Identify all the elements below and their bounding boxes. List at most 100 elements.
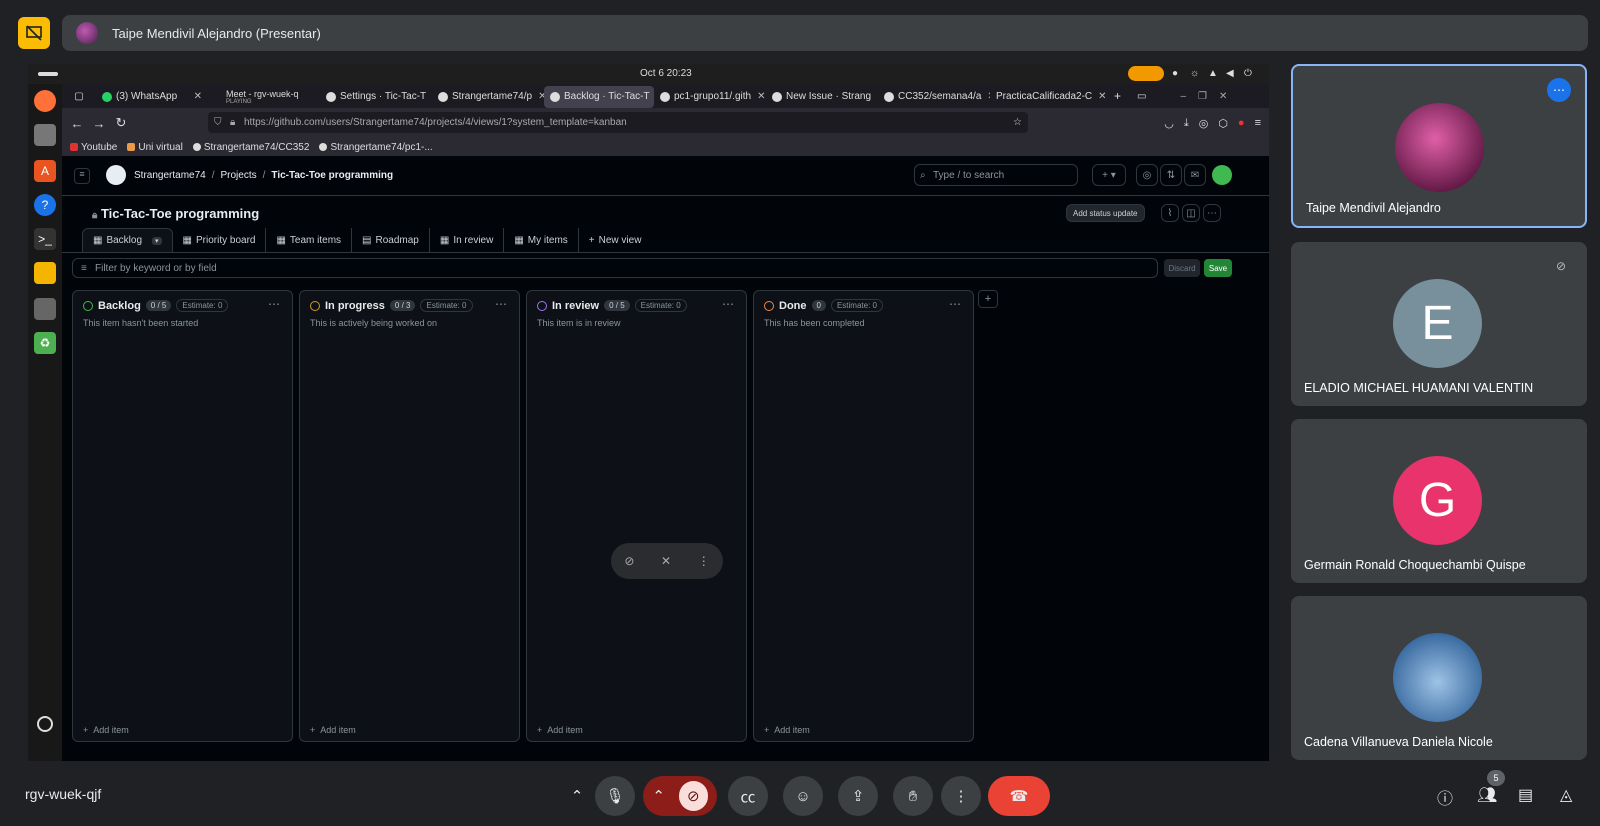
close-icon[interactable]: ✕ (1098, 91, 1106, 102)
unpin-icon[interactable]: ⊘ (624, 554, 634, 568)
activities-indicator[interactable] (38, 72, 58, 76)
bookmark-pc1[interactable]: Strangertame74/pc1-... (319, 142, 433, 153)
insights-icon[interactable]: ⌇ (1161, 204, 1179, 222)
activities-icon[interactable]: ◬ (1560, 785, 1572, 805)
participant-tile[interactable]: Cadena Villanueva Daniela Nicole (1291, 596, 1587, 760)
raise-hand-button[interactable]: ✋︎ (893, 776, 933, 816)
reactions-button[interactable]: ☺ (783, 776, 823, 816)
menu-icon[interactable]: ≡ (1255, 117, 1261, 130)
people-icon[interactable]: 👥︎ (1477, 785, 1497, 805)
breadcrumb-project[interactable]: Tic-Tac-Toe programming (271, 170, 393, 181)
bookmark-uni-virtual[interactable]: Uni virtual (127, 142, 183, 153)
layout-icon[interactable]: ◫ (1182, 204, 1200, 222)
mute-tile-icon[interactable]: ✕ (661, 554, 671, 568)
tab-team-items[interactable]: ▦ Team items (266, 228, 353, 252)
user-avatar[interactable] (1212, 165, 1232, 185)
tab-cc352[interactable]: CC352/semana4/a✕ (878, 86, 990, 108)
tab-list-icon[interactable]: ▢ (62, 91, 96, 102)
search-input[interactable]: ⌕ Type / to search (914, 164, 1078, 186)
pocket-icon[interactable]: ◡ (1164, 117, 1174, 130)
create-new-button[interactable]: + ▾ (1092, 164, 1126, 186)
tab-strangertame[interactable]: Strangertame74/p ✕ (432, 86, 544, 108)
text-editor-icon[interactable] (34, 262, 56, 284)
save-button[interactable]: Save (1204, 259, 1232, 277)
account-icon[interactable]: ◎ (1199, 117, 1209, 130)
trash-icon[interactable]: ♻ (34, 332, 56, 354)
tab-new-view[interactable]: + New view (579, 228, 652, 252)
leave-call-button[interactable]: ☎ (988, 776, 1050, 816)
microphone-button[interactable]: 🎙︎ (595, 776, 635, 816)
add-item-button[interactable]: + Add item (83, 725, 129, 735)
download-icon[interactable]: ⤓ (1184, 117, 1189, 130)
tile-more-icon[interactable]: ⋮ (698, 554, 710, 568)
tab-whatsapp[interactable]: (3) WhatsApp ✕ (96, 86, 208, 108)
audio-options-icon[interactable]: ⌃ (561, 776, 593, 816)
participant-tile[interactable]: G Germain Ronald Choquechambi Quispe (1291, 419, 1587, 583)
tab-pc1[interactable]: pc1-grupo11/.gith ✕ (654, 86, 766, 108)
tab-in-review[interactable]: ▦ In review (430, 228, 505, 252)
window-close-icon[interactable]: ✕ (1219, 91, 1227, 102)
pull-requests-icon[interactable]: ⇅ (1160, 164, 1182, 186)
terminal-icon[interactable]: >_ (34, 228, 56, 250)
system-clock[interactable]: Oct 6 20:23 (640, 68, 692, 79)
tab-settings[interactable]: Settings · Tic-Tac-T✕ (320, 86, 432, 108)
filter-input[interactable]: ≡ Filter by keyword or by field (72, 258, 1158, 278)
close-icon[interactable]: ✕ (194, 91, 202, 102)
shield-icon[interactable]: ⛉ (214, 117, 222, 128)
column-menu-icon[interactable]: ⋯ (722, 297, 734, 311)
view-options-icon[interactable]: ▾ (152, 236, 162, 245)
column-menu-icon[interactable]: ⋯ (949, 297, 961, 311)
reload-icon[interactable]: ↻ (110, 115, 132, 131)
add-status-update-button[interactable]: Add status update (1066, 204, 1145, 222)
presentation-icon[interactable] (18, 17, 50, 49)
extensions-icon[interactable]: ⬡ (1218, 117, 1228, 130)
participant-tile[interactable]: ⋯ Taipe Mendivil Alejandro (1291, 64, 1587, 228)
more-options-button[interactable]: ⋮ (941, 776, 981, 816)
system-status-area[interactable]: ● ☼ ▲ ◀ ⏻ (1128, 66, 1254, 81)
github-logo-icon[interactable] (106, 165, 126, 185)
url-bar[interactable]: ⛉ 🔒︎ https://github.com/users/Strangerta… (208, 112, 1028, 133)
issues-icon[interactable]: ◎ (1136, 164, 1158, 186)
discard-button[interactable]: Discard (1164, 259, 1200, 277)
more-options-icon[interactable]: ⋯ (1547, 78, 1571, 102)
tab-overview-icon[interactable]: ▭ (1137, 91, 1146, 102)
files-icon[interactable] (34, 124, 56, 146)
present-button[interactable]: ⇪ (838, 776, 878, 816)
bookmark-youtube[interactable]: Youtube (70, 142, 117, 153)
tab-my-items[interactable]: ▦ My items (504, 228, 579, 252)
new-tab-icon[interactable]: + (1114, 89, 1121, 103)
breadcrumb-projects[interactable]: Projects (221, 170, 257, 181)
column-menu-icon[interactable]: ⋯ (495, 297, 507, 311)
captions-button[interactable]: ㏄ (728, 776, 768, 816)
add-item-button[interactable]: + Add item (537, 725, 583, 735)
restore-icon[interactable]: ❐ (1198, 91, 1207, 102)
disk-icon[interactable] (34, 298, 56, 320)
chat-icon[interactable]: ▤ (1518, 785, 1533, 805)
tab-priority-board[interactable]: ▦ Priority board (173, 228, 267, 252)
minimize-icon[interactable]: – (1180, 91, 1186, 102)
column-menu-icon[interactable]: ⋯ (268, 297, 280, 311)
tab-backlog-view[interactable]: ▦ Backlog ▾ (82, 228, 173, 252)
participant-tile[interactable]: E ⊘ ELADIO MICHAEL HUAMANI VALENTIN (1291, 242, 1587, 406)
addon-icon[interactable]: ● (1238, 117, 1245, 130)
tab-practica[interactable]: PracticaCalificada2-C ✕ (990, 86, 1108, 108)
app-center-icon[interactable]: A (34, 160, 56, 182)
hamburger-icon[interactable]: ≡ (74, 168, 90, 184)
close-icon[interactable]: ✕ (757, 91, 765, 102)
add-column-button[interactable]: + (978, 290, 998, 308)
tab-new-issue[interactable]: New Issue · Strang✕ (766, 86, 878, 108)
tab-meet[interactable]: Meet - rgv-wuek-q PLAYING (208, 86, 320, 108)
camera-button[interactable]: ⌃ ⊘ (643, 776, 717, 816)
lock-icon[interactable]: 🔒︎ (230, 117, 235, 128)
forward-icon[interactable]: → (88, 116, 110, 131)
back-icon[interactable]: ← (66, 116, 88, 131)
show-apps-icon[interactable] (37, 716, 53, 732)
tab-roadmap[interactable]: ▤ Roadmap (352, 228, 430, 252)
inbox-icon[interactable]: ✉ (1184, 164, 1206, 186)
info-icon[interactable]: ⓘ (1437, 785, 1453, 809)
screen-record-indicator[interactable] (1128, 66, 1164, 81)
breadcrumb-owner[interactable]: Strangertame74 (134, 170, 206, 181)
bookmark-star-icon[interactable]: ☆ (1013, 117, 1022, 128)
tab-backlog[interactable]: Backlog · Tic-Tac-T✕ (544, 85, 654, 108)
bookmark-cc352[interactable]: Strangertame74/CC352 (192, 142, 309, 153)
